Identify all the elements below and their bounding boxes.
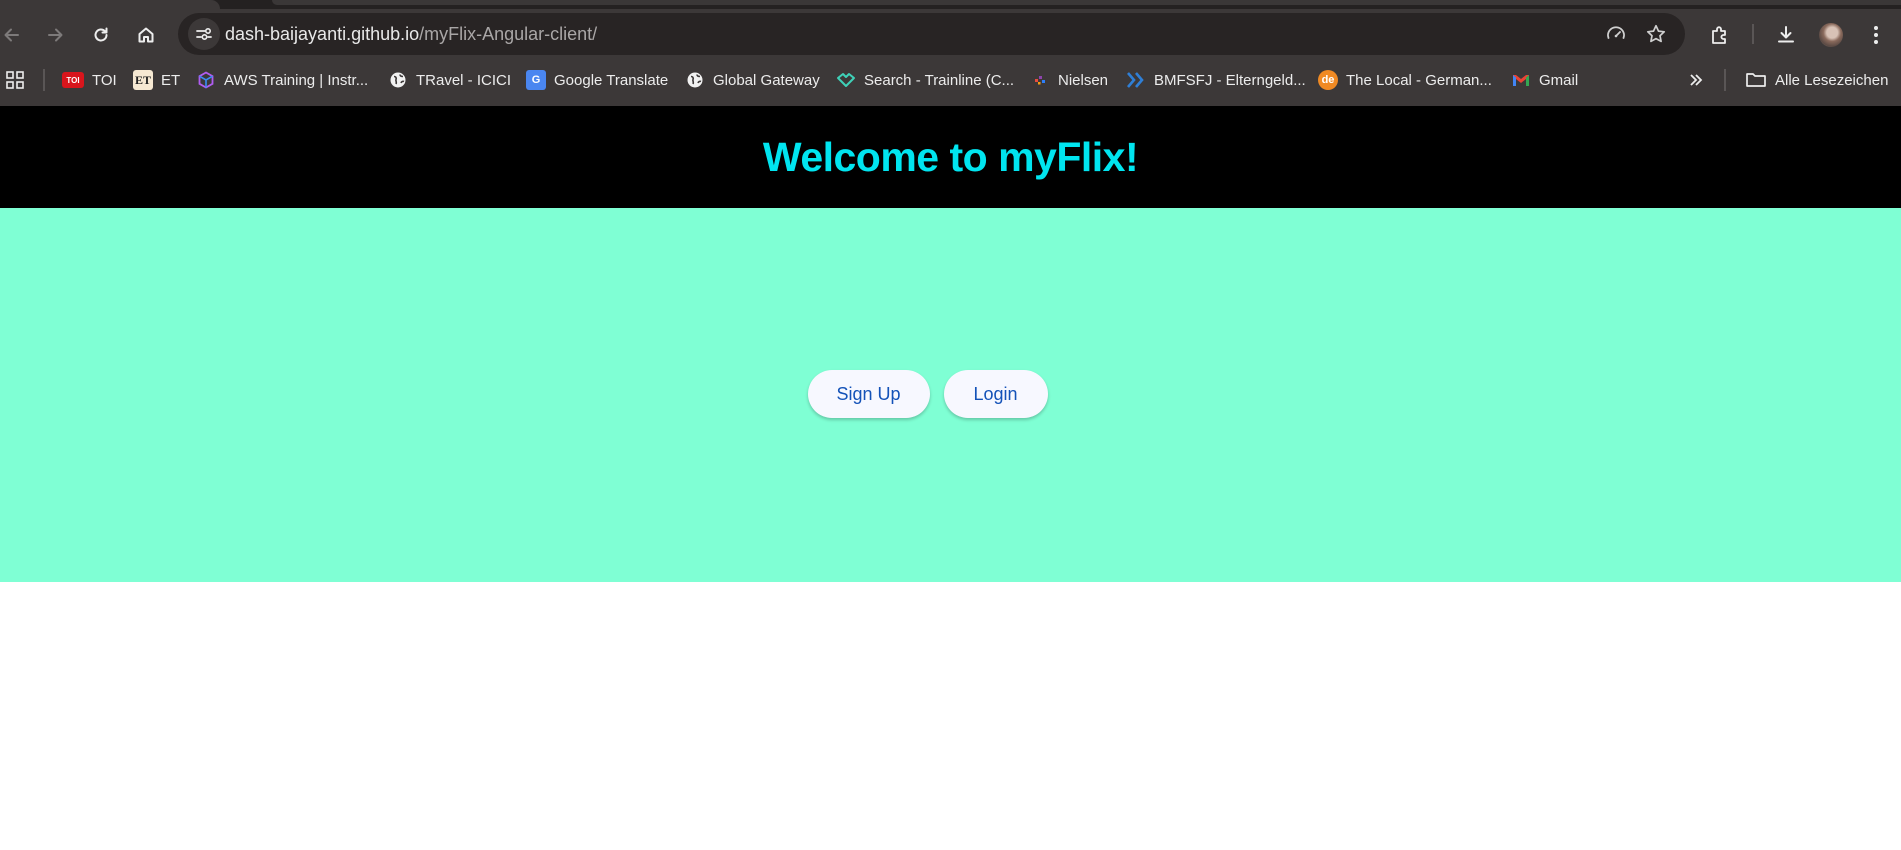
url-text[interactable]: dash-baijayanti.github.io/myFlix-Angular… xyxy=(225,24,597,45)
bookmark-global-gateway[interactable]: Global Gateway xyxy=(685,67,820,93)
aws-cube-icon xyxy=(196,70,216,90)
browser-toolbar: dash-baijayanti.github.io/myFlix-Angular… xyxy=(0,9,1901,59)
et-icon: ET xyxy=(133,70,153,90)
bookmark-label: ET xyxy=(161,71,181,89)
url-path: /myFlix-Angular-client/ xyxy=(419,24,598,44)
bookmark-label: AWS Training | Instr... xyxy=(224,71,369,89)
download-icon xyxy=(1778,26,1794,43)
toi-icon: TOI xyxy=(62,72,84,88)
bookmark-travel-icici[interactable]: TRavel - ICICI xyxy=(388,67,511,93)
all-bookmarks-label: Alle Lesezeichen xyxy=(1775,71,1889,89)
all-bookmarks-button[interactable]: Alle Lesezeichen xyxy=(1745,67,1888,93)
bookmark-label: TRavel - ICICI xyxy=(416,71,512,89)
tab-strip xyxy=(0,0,1901,9)
performance-icon[interactable] xyxy=(1604,22,1628,46)
url-domain: dash-baijayanti.github.io xyxy=(225,24,420,44)
trainline-icon xyxy=(836,70,856,90)
globe-icon xyxy=(685,70,705,90)
more-bookmarks-button[interactable] xyxy=(1688,67,1704,93)
double-chevron-icon xyxy=(1690,74,1703,86)
bookmarks-divider xyxy=(43,69,45,91)
bookmark-label: Nielsen xyxy=(1058,71,1109,89)
the-local-icon: de xyxy=(1318,70,1338,90)
tune-icon xyxy=(196,27,212,41)
profile-button[interactable] xyxy=(1813,17,1849,53)
bookmark-et[interactable]: ET ET xyxy=(133,67,180,93)
apps-grid-icon xyxy=(6,71,24,89)
google-translate-icon: G xyxy=(526,70,546,90)
address-bar[interactable]: dash-baijayanti.github.io/myFlix-Angular… xyxy=(178,13,1685,55)
bookmark-label: Gmail xyxy=(1539,71,1579,89)
toolbar-divider xyxy=(1752,24,1754,44)
login-button[interactable]: Login xyxy=(943,370,1048,418)
gmail-icon xyxy=(1511,70,1531,90)
chevrons-icon xyxy=(1126,70,1146,90)
bookmark-label: BMFSFJ - Elterngeld... xyxy=(1154,71,1306,89)
bookmark-aws-training[interactable]: AWS Training | Instr... xyxy=(196,67,368,93)
browser-menu-button[interactable] xyxy=(1858,17,1894,53)
nielsen-icon xyxy=(1030,70,1050,90)
bookmark-google-translate[interactable]: G Google Translate xyxy=(526,67,668,93)
home-button[interactable] xyxy=(128,17,164,53)
bookmark-nielsen[interactable]: Nielsen xyxy=(1030,67,1108,93)
active-tab-edge[interactable] xyxy=(0,0,220,9)
bookmark-label: TOI xyxy=(92,71,117,89)
downloads-button[interactable] xyxy=(1768,17,1804,53)
back-button[interactable] xyxy=(0,17,30,53)
reload-button[interactable] xyxy=(83,17,119,53)
welcome-panel: Sign Up Login xyxy=(0,208,1901,582)
bookmark-label: Global Gateway xyxy=(713,71,820,89)
puzzle-icon xyxy=(1712,26,1726,44)
forward-arrow-icon xyxy=(48,28,63,42)
bookmark-label: Search - Trainline (C... xyxy=(864,71,1015,89)
reload-icon xyxy=(94,27,108,42)
kebab-menu-icon xyxy=(1874,26,1878,44)
bookmark-label: Google Translate xyxy=(554,71,669,89)
bookmark-toi[interactable]: TOI TOI xyxy=(62,67,117,93)
back-arrow-icon xyxy=(4,28,19,42)
browser-chrome: dash-baijayanti.github.io/myFlix-Angular… xyxy=(0,0,1901,106)
inactive-tab-edge[interactable] xyxy=(272,0,1901,5)
site-info-button[interactable] xyxy=(188,18,220,50)
avatar xyxy=(1819,23,1843,47)
home-icon xyxy=(138,27,154,43)
bookmarks-divider xyxy=(1724,69,1726,91)
apps-button[interactable] xyxy=(6,67,24,93)
app-header: Welcome to myFlix! xyxy=(0,106,1901,208)
bookmark-gmail[interactable]: Gmail xyxy=(1511,67,1578,93)
extensions-button[interactable] xyxy=(1702,17,1738,53)
bookmark-the-local[interactable]: de The Local - German... xyxy=(1318,67,1492,93)
bookmark-bmfsfj[interactable]: BMFSFJ - Elterngeld... xyxy=(1126,67,1306,93)
page-title: Welcome to myFlix! xyxy=(762,133,1139,180)
bookmark-star-icon[interactable] xyxy=(1644,22,1668,46)
bookmark-label: The Local - German... xyxy=(1346,71,1492,89)
bookmarks-bar: TOI TOI ET ET AWS Training | Instr... TR… xyxy=(0,62,1901,98)
auth-button-group: Sign Up Login xyxy=(0,370,1901,418)
folder-icon xyxy=(1746,73,1766,87)
bookmark-trainline[interactable]: Search - Trainline (C... xyxy=(836,67,1014,93)
globe-icon xyxy=(388,70,408,90)
signup-button[interactable]: Sign Up xyxy=(807,370,930,418)
forward-button[interactable] xyxy=(37,17,73,53)
